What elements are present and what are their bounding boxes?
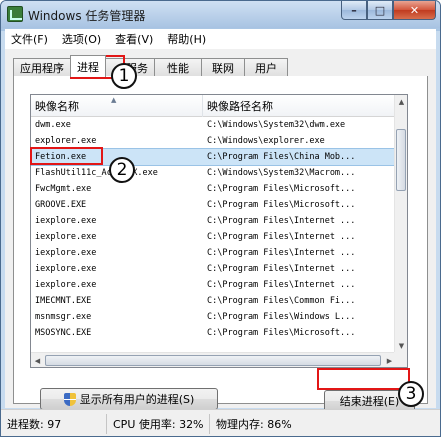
horizontal-scrollbar[interactable]: ◀ ▶ bbox=[31, 352, 396, 367]
table-row[interactable]: iexplore.exe C:\Program Files\Internet ..… bbox=[31, 277, 396, 293]
status-bar: 进程数: 97 CPU 使用率: 32% 物理内存: 86% bbox=[1, 409, 440, 436]
list-header: 映像名称 ▲ 映像路径名称 bbox=[31, 95, 396, 117]
uac-shield-icon bbox=[63, 392, 76, 406]
cell-image-name: FwcMgmt.exe bbox=[35, 184, 92, 194]
tab-performance[interactable]: 性能 bbox=[154, 58, 202, 77]
cell-image-name: iexplore.exe bbox=[35, 280, 97, 290]
maximize-button[interactable]: □ bbox=[367, 1, 393, 20]
scroll-left-icon[interactable]: ◀ bbox=[31, 354, 44, 367]
table-row[interactable]: Fetion.exe C:\Program Files\China Mob... bbox=[31, 148, 397, 166]
cell-image-path: C:\Windows\System32\Macrom... bbox=[207, 168, 356, 178]
vertical-scroll-thumb[interactable] bbox=[396, 129, 406, 191]
table-row[interactable]: iexplore.exe C:\Program Files\Internet ..… bbox=[31, 245, 396, 261]
table-row[interactable]: iexplore.exe C:\Program Files\Internet ..… bbox=[31, 229, 396, 245]
task-manager-icon bbox=[7, 6, 23, 22]
scroll-up-icon[interactable]: ▲ bbox=[395, 95, 407, 108]
cell-image-path: C:\Windows\explorer.exe bbox=[207, 136, 325, 146]
cell-image-name: explorer.exe bbox=[35, 136, 97, 146]
table-row[interactable]: IMECMNT.EXE C:\Program Files\Common Fi... bbox=[31, 293, 396, 309]
cell-image-name: dwm.exe bbox=[35, 120, 71, 130]
annotation-marker-2: 2 bbox=[109, 157, 135, 183]
status-memory-usage: 物理内存: 86% bbox=[216, 417, 292, 431]
scroll-corner bbox=[394, 352, 407, 367]
end-process-label: 结束进程(E) bbox=[339, 395, 400, 408]
menu-bar: 文件(F) 选项(O) 查看(V) 帮助(H) bbox=[5, 29, 436, 49]
cell-image-name: iexplore.exe bbox=[35, 216, 97, 226]
table-row[interactable]: msnmsgr.exe C:\Program Files\Windows L... bbox=[31, 309, 396, 325]
column-image-path[interactable]: 映像路径名称 bbox=[203, 95, 396, 117]
table-row[interactable]: GROOVE.EXE C:\Program Files\Microsoft... bbox=[31, 197, 396, 213]
cell-image-path: C:\Program Files\Common Fi... bbox=[207, 296, 356, 306]
column-image-path-label: 映像路径名称 bbox=[207, 100, 273, 113]
menu-options[interactable]: 选项(O) bbox=[56, 31, 107, 47]
tab-networking[interactable]: 联网 bbox=[201, 58, 245, 77]
cell-image-path: C:\Program Files\Internet ... bbox=[207, 280, 356, 290]
processes-panel: 映像名称 ▲ 映像路径名称 dwm.exe C:\Windows\System32… bbox=[13, 76, 428, 412]
menu-file[interactable]: 文件(F) bbox=[5, 31, 54, 47]
scroll-down-icon[interactable]: ▼ bbox=[395, 339, 407, 352]
show-all-users-button[interactable]: 显示所有用户的进程(S) bbox=[40, 388, 218, 410]
cell-image-name: iexplore.exe bbox=[35, 264, 97, 274]
tab-users[interactable]: 用户 bbox=[244, 58, 288, 77]
cell-image-path: C:\Program Files\Windows L... bbox=[207, 312, 356, 322]
cell-image-name: msnmsgr.exe bbox=[35, 312, 92, 322]
vertical-scrollbar[interactable]: ▲ ▼ bbox=[394, 95, 407, 352]
status-process-count: 进程数: 97 bbox=[1, 413, 107, 434]
annotation-marker-1: 1 bbox=[111, 63, 137, 89]
column-image-name[interactable]: 映像名称 ▲ bbox=[31, 95, 203, 117]
title-bar[interactable]: Windows 任务管理器 – □ ✕ bbox=[1, 1, 440, 28]
cell-image-path: C:\Program Files\Internet ... bbox=[207, 232, 356, 242]
show-all-users-label: 显示所有用户的进程(S) bbox=[79, 393, 195, 406]
table-row[interactable]: MSOSYNC.EXE C:\Program Files\Microsoft... bbox=[31, 325, 396, 341]
tab-applications[interactable]: 应用程序 bbox=[13, 58, 71, 77]
table-row[interactable]: iexplore.exe C:\Program Files\Internet ..… bbox=[31, 261, 396, 277]
menu-help[interactable]: 帮助(H) bbox=[161, 31, 212, 47]
cell-image-path: C:\Program Files\China Mob... bbox=[207, 152, 356, 162]
process-list[interactable]: 映像名称 ▲ 映像路径名称 dwm.exe C:\Windows\System32… bbox=[30, 94, 408, 368]
horizontal-scroll-thumb[interactable] bbox=[45, 355, 381, 366]
sort-arrow-icon: ▲ bbox=[111, 96, 117, 104]
cell-image-name: MSOSYNC.EXE bbox=[35, 328, 92, 338]
tab-strip: 应用程序 进程 服务 性能 联网 用户 bbox=[13, 55, 288, 77]
cell-image-name: GROOVE.EXE bbox=[35, 200, 87, 210]
cell-image-name: iexplore.exe bbox=[35, 232, 97, 242]
table-row[interactable]: iexplore.exe C:\Program Files\Internet ..… bbox=[31, 213, 396, 229]
menu-view[interactable]: 查看(V) bbox=[109, 31, 159, 47]
cell-image-path: C:\Windows\System32\dwm.exe bbox=[207, 120, 346, 130]
process-rows: dwm.exe C:\Windows\System32\dwm.exe explor… bbox=[31, 117, 397, 341]
cell-image-name: IMECMNT.EXE bbox=[35, 296, 92, 306]
table-row[interactable]: FlashUtil11c_ActiveX.exe C:\Windows\Syste… bbox=[31, 165, 396, 181]
cell-image-path: C:\Program Files\Internet ... bbox=[207, 264, 356, 274]
table-row[interactable]: dwm.exe C:\Windows\System32\dwm.exe bbox=[31, 117, 396, 133]
minimize-button[interactable]: – bbox=[341, 1, 367, 20]
cell-image-path: C:\Program Files\Microsoft... bbox=[207, 184, 356, 194]
window-controls: – □ ✕ bbox=[341, 1, 436, 20]
column-image-name-label: 映像名称 bbox=[35, 100, 79, 113]
cell-image-path: C:\Program Files\Internet ... bbox=[207, 248, 356, 258]
annotation-marker-3: 3 bbox=[398, 381, 424, 407]
client-area: 应用程序 进程 服务 性能 联网 用户 映像名称 ▲ 映像路径名称 dwm.ex… bbox=[5, 49, 436, 412]
table-row[interactable]: explorer.exe C:\Windows\explorer.exe bbox=[31, 133, 396, 149]
tab-processes[interactable]: 进程 bbox=[70, 55, 106, 77]
cell-image-path: C:\Program Files\Internet ... bbox=[207, 216, 356, 226]
table-row[interactable]: FwcMgmt.exe C:\Program Files\Microsoft... bbox=[31, 181, 396, 197]
cell-image-path: C:\Program Files\Microsoft... bbox=[207, 328, 356, 338]
task-manager-window: Windows 任务管理器 – □ ✕ 文件(F) 选项(O) 查看(V) 帮助… bbox=[0, 0, 441, 437]
cell-image-path: C:\Program Files\Microsoft... bbox=[207, 200, 356, 210]
cell-image-name: iexplore.exe bbox=[35, 248, 97, 258]
close-button[interactable]: ✕ bbox=[393, 1, 436, 20]
status-cpu-usage: CPU 使用率: 32% bbox=[107, 413, 210, 434]
window-title: Windows 任务管理器 bbox=[28, 9, 146, 23]
